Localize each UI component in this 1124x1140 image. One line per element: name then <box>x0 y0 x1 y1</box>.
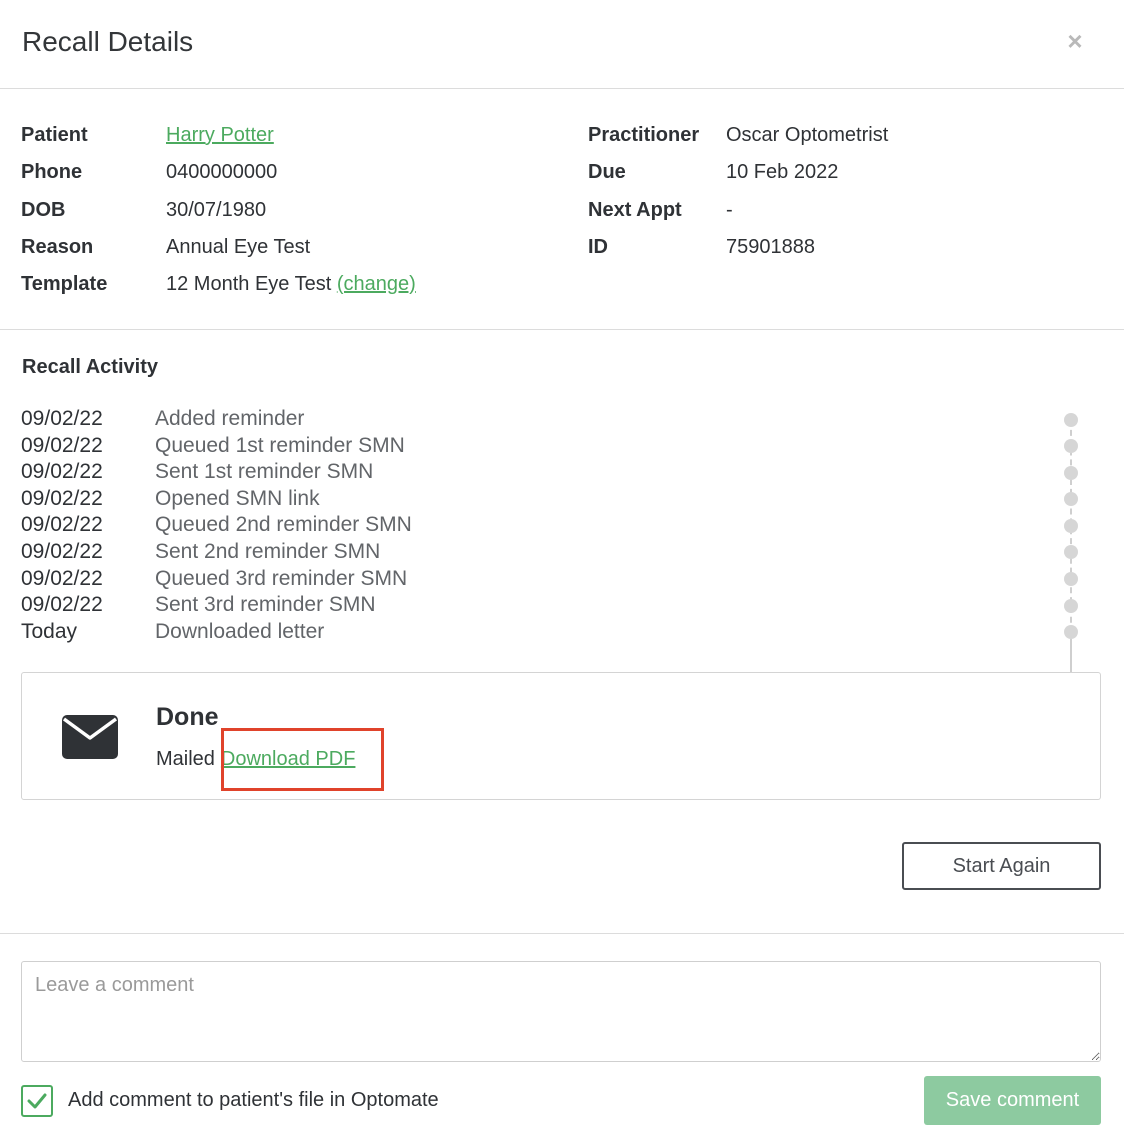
timeline-dot <box>1064 466 1078 480</box>
activity-list: 09/02/22 Added reminder 09/02/22 Queued … <box>21 406 1111 645</box>
timeline-dot <box>1064 545 1078 559</box>
patient-label: Patient <box>21 124 88 146</box>
activity-text: Queued 1st reminder SMN <box>155 433 405 457</box>
practitioner-label: Practitioner <box>588 124 700 146</box>
divider <box>0 933 1124 934</box>
activity-text: Added reminder <box>155 407 305 430</box>
comment-input[interactable] <box>21 961 1101 1062</box>
timeline-dot <box>1064 439 1078 453</box>
checkmark-icon <box>27 1093 47 1109</box>
activity-date: Today <box>21 619 78 643</box>
activity-text: Sent 2nd reminder SMN <box>155 539 381 563</box>
activity-date: 09/02/22 <box>21 407 103 430</box>
download-pdf-link[interactable]: Download PDF <box>221 745 356 773</box>
due-value: 10 Feb 2022 <box>726 161 839 183</box>
due-label: Due <box>588 161 626 183</box>
reason-label: Reason <box>21 236 94 258</box>
activity-date: 09/02/22 <box>21 539 103 563</box>
activity-item: Today Downloaded letter <box>21 619 1111 646</box>
start-again-button[interactable]: Start Again <box>902 842 1101 890</box>
modal-header: Recall Details × <box>0 0 1124 89</box>
reason-value: Annual Eye Test <box>166 236 311 258</box>
template-label: Template <box>21 273 108 295</box>
activity-item: 09/02/22 Queued 1st reminder SMN <box>21 433 1111 460</box>
next-appt-label: Next Appt <box>588 199 682 221</box>
phone-label: Phone <box>21 161 83 183</box>
id-label: ID <box>588 236 608 258</box>
timeline-dot <box>1064 519 1078 533</box>
patient-name-link[interactable]: Harry Potter <box>166 123 274 147</box>
next-appt-value: - <box>726 199 733 221</box>
activity-text: Queued 3rd reminder SMN <box>155 566 408 590</box>
activity-item: 09/02/22 Sent 1st reminder SMN <box>21 459 1111 486</box>
timeline-dot <box>1064 492 1078 506</box>
activity-text: Downloaded letter <box>155 619 325 643</box>
close-icon[interactable]: × <box>1064 28 1086 54</box>
activity-text: Sent 1st reminder SMN <box>155 460 374 484</box>
timeline-dot <box>1064 625 1078 639</box>
done-title: Done <box>156 703 219 731</box>
activity-item: 09/02/22 Added reminder <box>21 406 1111 433</box>
add-to-file-checkbox[interactable] <box>21 1085 53 1117</box>
activity-item: 09/02/22 Sent 3rd reminder SMN <box>21 592 1111 619</box>
activity-text: Opened SMN link <box>155 486 320 510</box>
activity-item: 09/02/22 Queued 3rd reminder SMN <box>21 566 1111 593</box>
template-value: 12 Month Eye Test <box>166 273 332 295</box>
activity-date: 09/02/22 <box>21 433 103 457</box>
phone-value: 0400000000 <box>166 161 278 183</box>
activity-date: 09/02/22 <box>21 486 103 510</box>
dob-label: DOB <box>21 199 66 221</box>
activity-date: 09/02/22 <box>21 566 103 590</box>
activity-item: 09/02/22 Queued 2nd reminder SMN <box>21 512 1111 539</box>
template-change-link[interactable]: (change) <box>337 273 416 295</box>
activity-date: 09/02/22 <box>21 460 103 484</box>
activity-date: 09/02/22 <box>21 513 103 537</box>
activity-text: Queued 2nd reminder SMN <box>155 513 412 537</box>
done-card: Done Mailed Download PDF <box>21 672 1101 800</box>
add-to-file-label: Add comment to patient's file in Optomat… <box>68 1089 439 1111</box>
template-value-wrap: 12 Month Eye Test (change) <box>166 272 416 296</box>
activity-item: 09/02/22 Opened SMN link <box>21 486 1111 513</box>
activity-date: 09/02/22 <box>21 593 103 617</box>
dob-value: 30/07/1980 <box>166 199 267 221</box>
envelope-icon <box>62 715 118 759</box>
timeline-dot <box>1064 599 1078 613</box>
timeline-dot <box>1064 572 1078 586</box>
save-comment-button[interactable]: Save comment <box>924 1076 1101 1125</box>
activity-item: 09/02/22 Sent 2nd reminder SMN <box>21 539 1111 566</box>
activity-text: Sent 3rd reminder SMN <box>155 593 376 617</box>
id-value: 75901888 <box>726 236 815 258</box>
mailed-status: Mailed <box>156 748 215 770</box>
recall-details-section: Patient Harry Potter Phone 0400000000 DO… <box>0 89 1124 330</box>
activity-title: Recall Activity <box>22 356 158 378</box>
practitioner-value: Oscar Optometrist <box>726 124 889 146</box>
modal-title: Recall Details <box>22 26 194 57</box>
done-status-line: Mailed Download PDF <box>156 745 355 773</box>
timeline-dot <box>1064 413 1078 427</box>
